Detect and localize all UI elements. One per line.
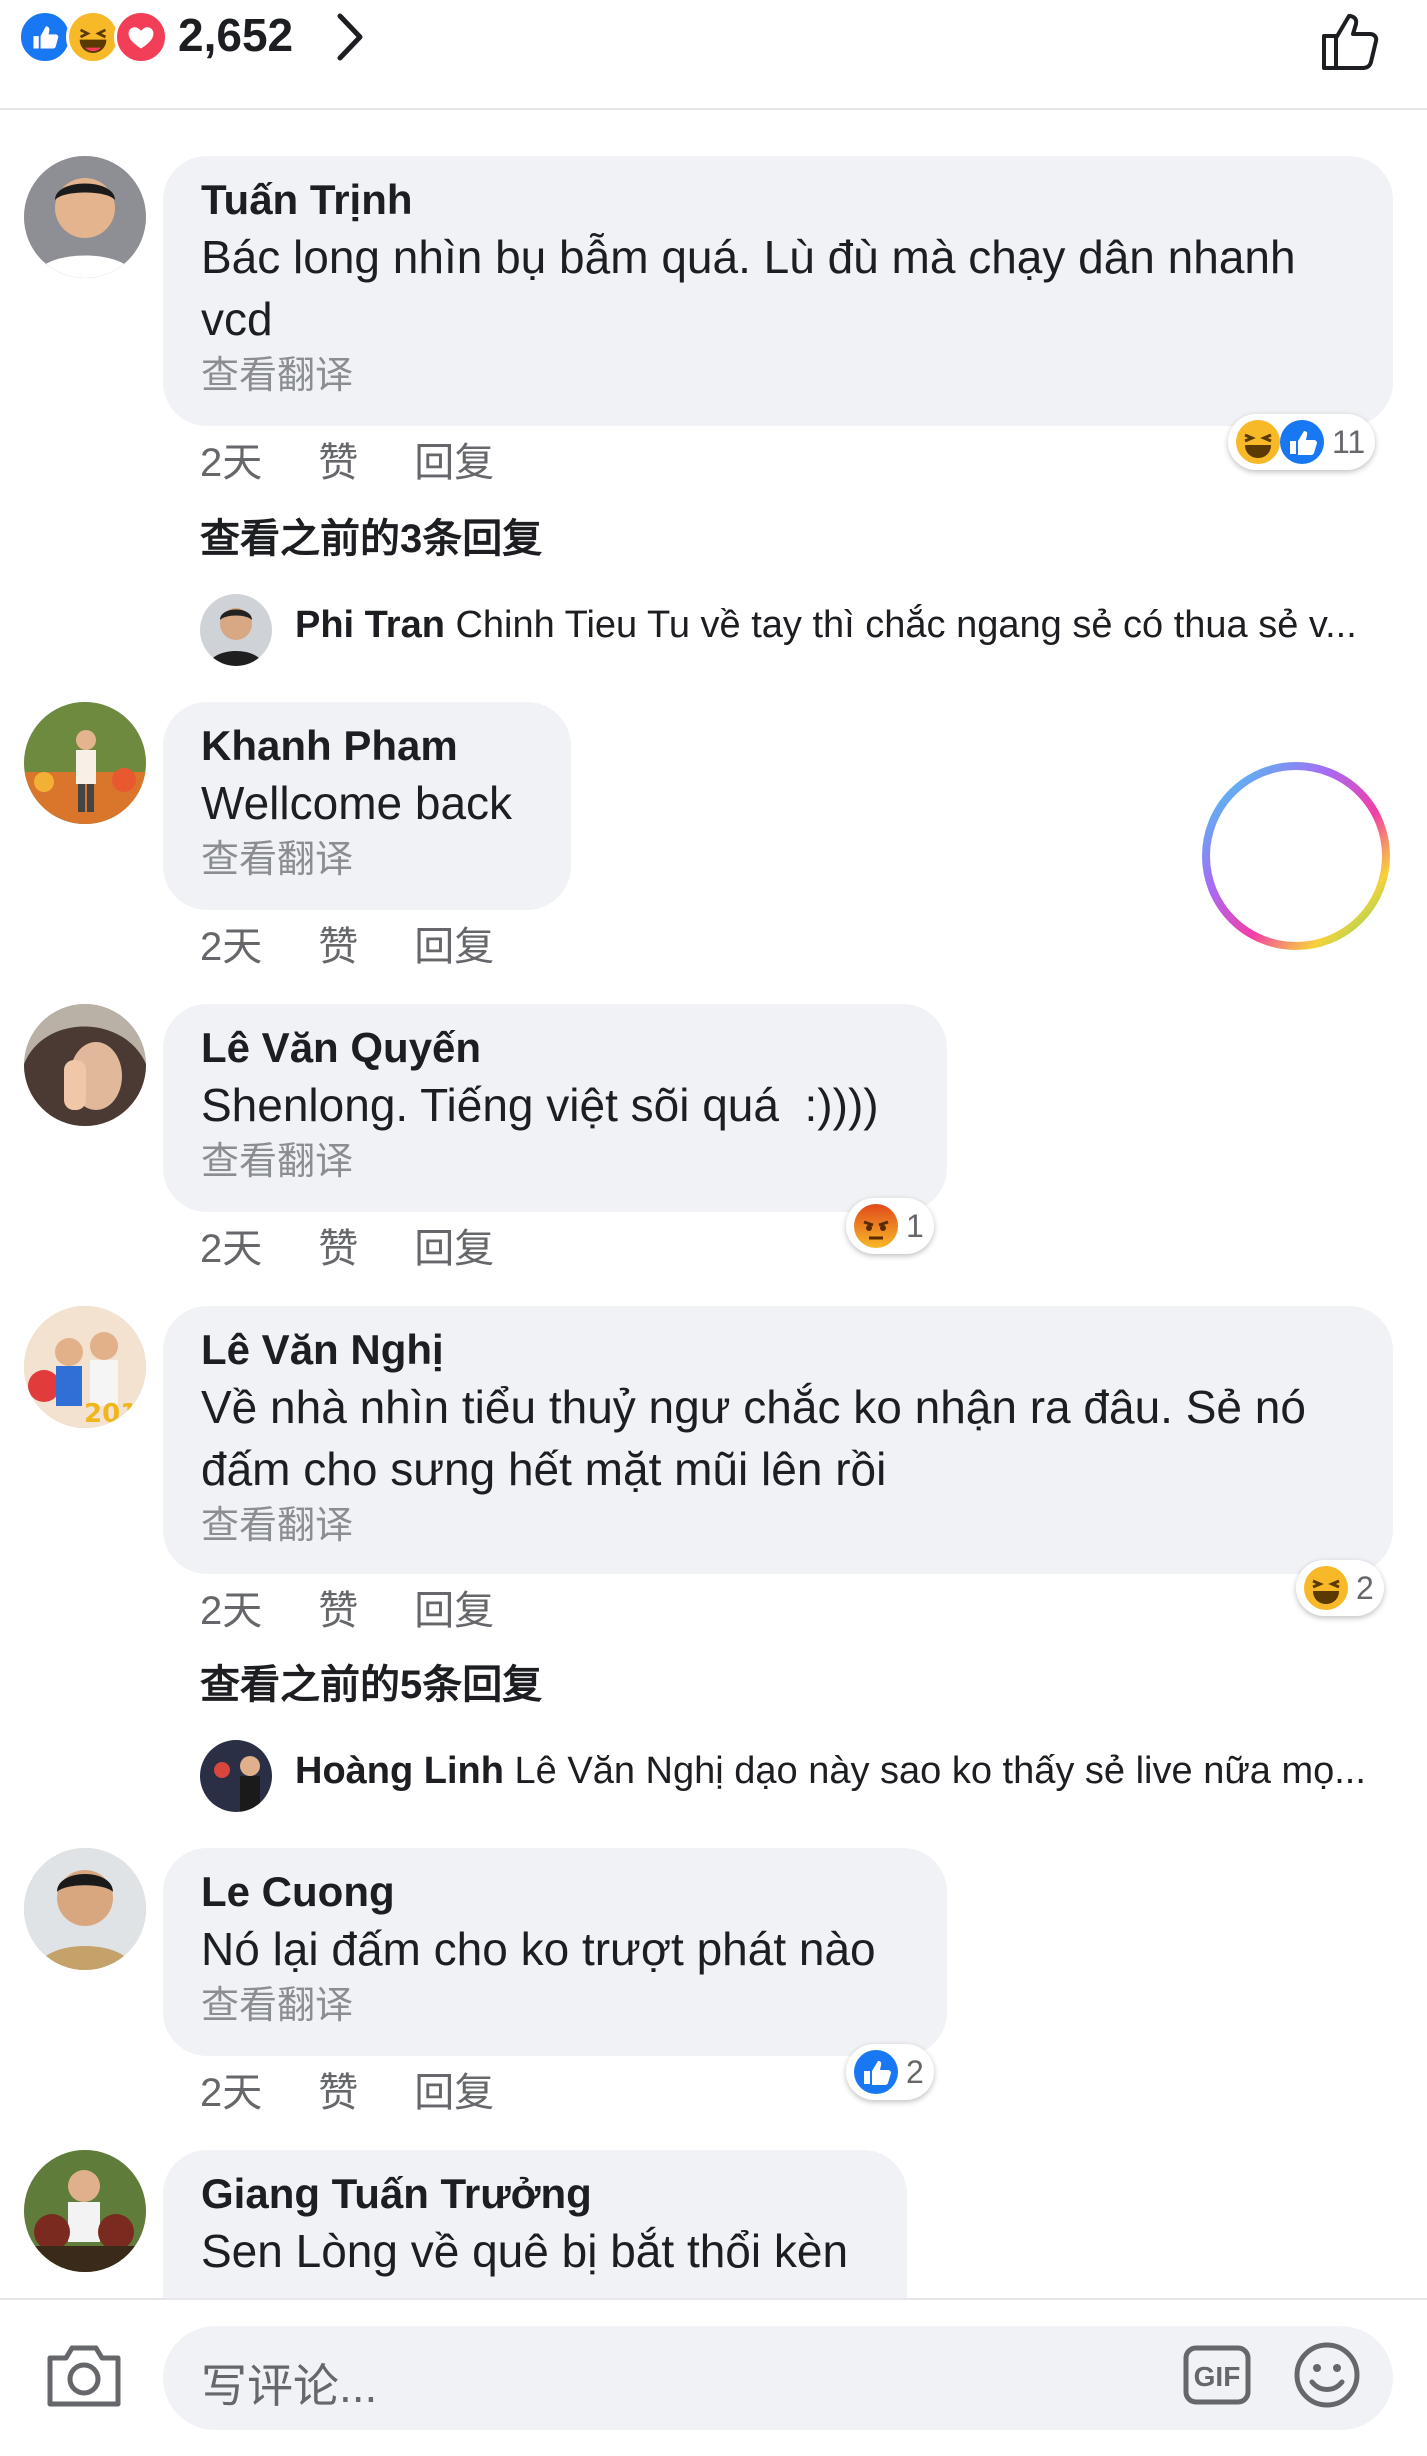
reply-text: Lê Văn Nghị dạo này sao ko thấy sẻ live … <box>514 1750 1366 1792</box>
like-reaction-icon <box>18 10 72 64</box>
avatar[interactable] <box>24 702 146 824</box>
comment-text: Wellcome back <box>201 777 513 829</box>
comment-text: Shenlong. Tiếng việt sõi quá :)))) <box>201 1079 879 1131</box>
smiley-icon[interactable] <box>1292 2340 1362 2410</box>
reply-preview[interactable]: Hoàng Linh Lê Văn Nghị dạo này sao ko th… <box>200 1740 1400 1814</box>
avatar[interactable] <box>24 2150 146 2272</box>
reply-button[interactable]: 回复 <box>414 430 494 488</box>
comment-reactions[interactable]: 2 <box>846 2044 934 2100</box>
reply-button[interactable]: 回复 <box>414 2060 494 2118</box>
comment-author[interactable]: Tuấn Trịnh <box>201 174 1355 226</box>
reaction-count[interactable]: 2,652 <box>178 8 293 62</box>
comment-reactions[interactable]: 11 <box>1228 414 1376 470</box>
comment-time: 2天 <box>200 2071 263 2115</box>
love-reaction-icon <box>114 10 168 64</box>
see-translation-link[interactable]: 查看翻译 <box>201 1500 1355 1552</box>
comment-time: 2天 <box>200 1589 263 1633</box>
comment-bubble[interactable]: Le Cuong Nó lại đấm cho ko trượt phát nà… <box>163 1848 947 2056</box>
reaction-count: 11 <box>1332 423 1366 460</box>
comment-author[interactable]: Giang Tuấn Trưởng <box>201 2168 869 2220</box>
comment-text: Bác long nhìn bụ bẫm quá. Lù đù mà chạy … <box>201 231 1296 345</box>
gif-icon[interactable]: GIF <box>1182 2344 1252 2406</box>
comment-reactions[interactable]: 2 <box>1296 1560 1384 1616</box>
like-button[interactable]: 赞 <box>318 2060 358 2118</box>
like-reaction-icon <box>1280 420 1324 464</box>
comment-actions: 2天 赞回复 <box>200 1216 550 1274</box>
reply-author[interactable]: Hoàng Linh <box>295 1750 504 1792</box>
comment-composer: 写评论... GIF <box>0 2298 1427 2456</box>
comment-bubble[interactable]: Tuấn Trịnh Bác long nhìn bụ bẫm quá. Lù … <box>163 156 1393 426</box>
haha-reaction-icon <box>1236 420 1280 464</box>
reply-text: Chinh Tieu Tu về tay thì chắc ngang sẻ c… <box>455 604 1357 646</box>
avatar[interactable] <box>24 1848 146 1970</box>
view-previous-replies[interactable]: 查看之前的5条回复 <box>200 1652 542 1710</box>
comment-actions: 2天 赞回复 <box>200 430 550 488</box>
see-translation-link[interactable]: 查看翻译 <box>201 1980 909 2032</box>
view-previous-replies[interactable]: 查看之前的3条回复 <box>200 506 542 564</box>
see-translation-link[interactable]: 查看翻译 <box>201 1136 909 1188</box>
svg-text:GIF: GIF <box>1194 2361 1241 2392</box>
comment-bubble[interactable]: Lê Văn Nghị Về nhà nhìn tiểu thuỷ ngư ch… <box>163 1306 1393 1574</box>
avatar[interactable]: 2019 <box>24 1306 146 1428</box>
chevron-right-icon[interactable] <box>330 10 370 64</box>
comment-time: 2天 <box>200 925 263 969</box>
angry-reaction-icon <box>854 1204 898 1248</box>
haha-reaction-icon <box>1304 1566 1348 1610</box>
like-button[interactable]: 赞 <box>318 1578 358 1636</box>
comment-text: Về nhà nhìn tiểu thuỷ ngư chắc ko nhận r… <box>201 1381 1306 1495</box>
comment-actions: 2天 赞回复 <box>200 2060 550 2118</box>
comment-time: 2天 <box>200 1227 263 1271</box>
reply-button[interactable]: 回复 <box>414 1578 494 1636</box>
avatar[interactable] <box>24 1004 146 1126</box>
reactions-header: 2,652 <box>0 0 1427 110</box>
comment-time: 2天 <box>200 441 263 485</box>
comment-author[interactable]: Le Cuong <box>201 1866 909 1918</box>
camera-icon[interactable] <box>44 2340 124 2410</box>
comment-reactions[interactable]: 1 <box>846 1198 934 1254</box>
reaction-count: 1 <box>906 1207 924 1244</box>
loading-spinner-icon <box>1202 762 1390 950</box>
see-translation-link[interactable]: 查看翻译 <box>201 350 1355 402</box>
reaction-summary[interactable] <box>18 10 168 66</box>
reply-avatar[interactable] <box>200 1740 272 1812</box>
reply-avatar[interactable] <box>200 594 272 666</box>
comment-author[interactable]: Khanh Pham <box>201 720 533 772</box>
like-reaction-icon <box>854 2050 898 2094</box>
comment-text: Nó lại đấm cho ko trượt phát nào <box>201 1923 876 1975</box>
comment-actions: 2天 赞回复 <box>200 914 550 972</box>
reply-preview-text: Phi Tran Chinh Tieu Tu về tay thì chắc n… <box>295 604 1357 647</box>
avatar[interactable] <box>24 156 146 278</box>
reply-button[interactable]: 回复 <box>414 914 494 972</box>
like-button[interactable]: 赞 <box>318 914 358 972</box>
reply-preview-text: Hoàng Linh Lê Văn Nghị dạo này sao ko th… <box>295 1750 1366 1793</box>
like-button[interactable]: 赞 <box>318 430 358 488</box>
comment-actions: 2天 赞回复 <box>200 1578 550 1636</box>
svg-text:2019: 2019 <box>84 1399 146 1428</box>
like-button[interactable]: 赞 <box>318 1216 358 1274</box>
thumbs-up-outline-icon[interactable] <box>1316 6 1386 76</box>
reply-author[interactable]: Phi Tran <box>295 604 445 646</box>
reaction-count: 2 <box>906 2053 924 2090</box>
reply-button[interactable]: 回复 <box>414 1216 494 1274</box>
comment-bubble[interactable]: Khanh Pham Wellcome back 查看翻译 <box>163 702 571 910</box>
comment-author[interactable]: Lê Văn Nghị <box>201 1324 1355 1376</box>
reply-preview[interactable]: Phi Tran Chinh Tieu Tu về tay thì chắc n… <box>200 594 1400 668</box>
see-translation-link[interactable]: 查看翻译 <box>201 834 533 886</box>
comment-text: Sen Lòng về quê bị bắt thổi kèn <box>201 2225 849 2277</box>
comment-bubble[interactable]: Lê Văn Quyến Shenlong. Tiếng việt sõi qu… <box>163 1004 947 1212</box>
haha-reaction-icon <box>66 10 120 64</box>
reaction-count: 2 <box>1356 1569 1374 1606</box>
comment-author[interactable]: Lê Văn Quyến <box>201 1022 909 1074</box>
